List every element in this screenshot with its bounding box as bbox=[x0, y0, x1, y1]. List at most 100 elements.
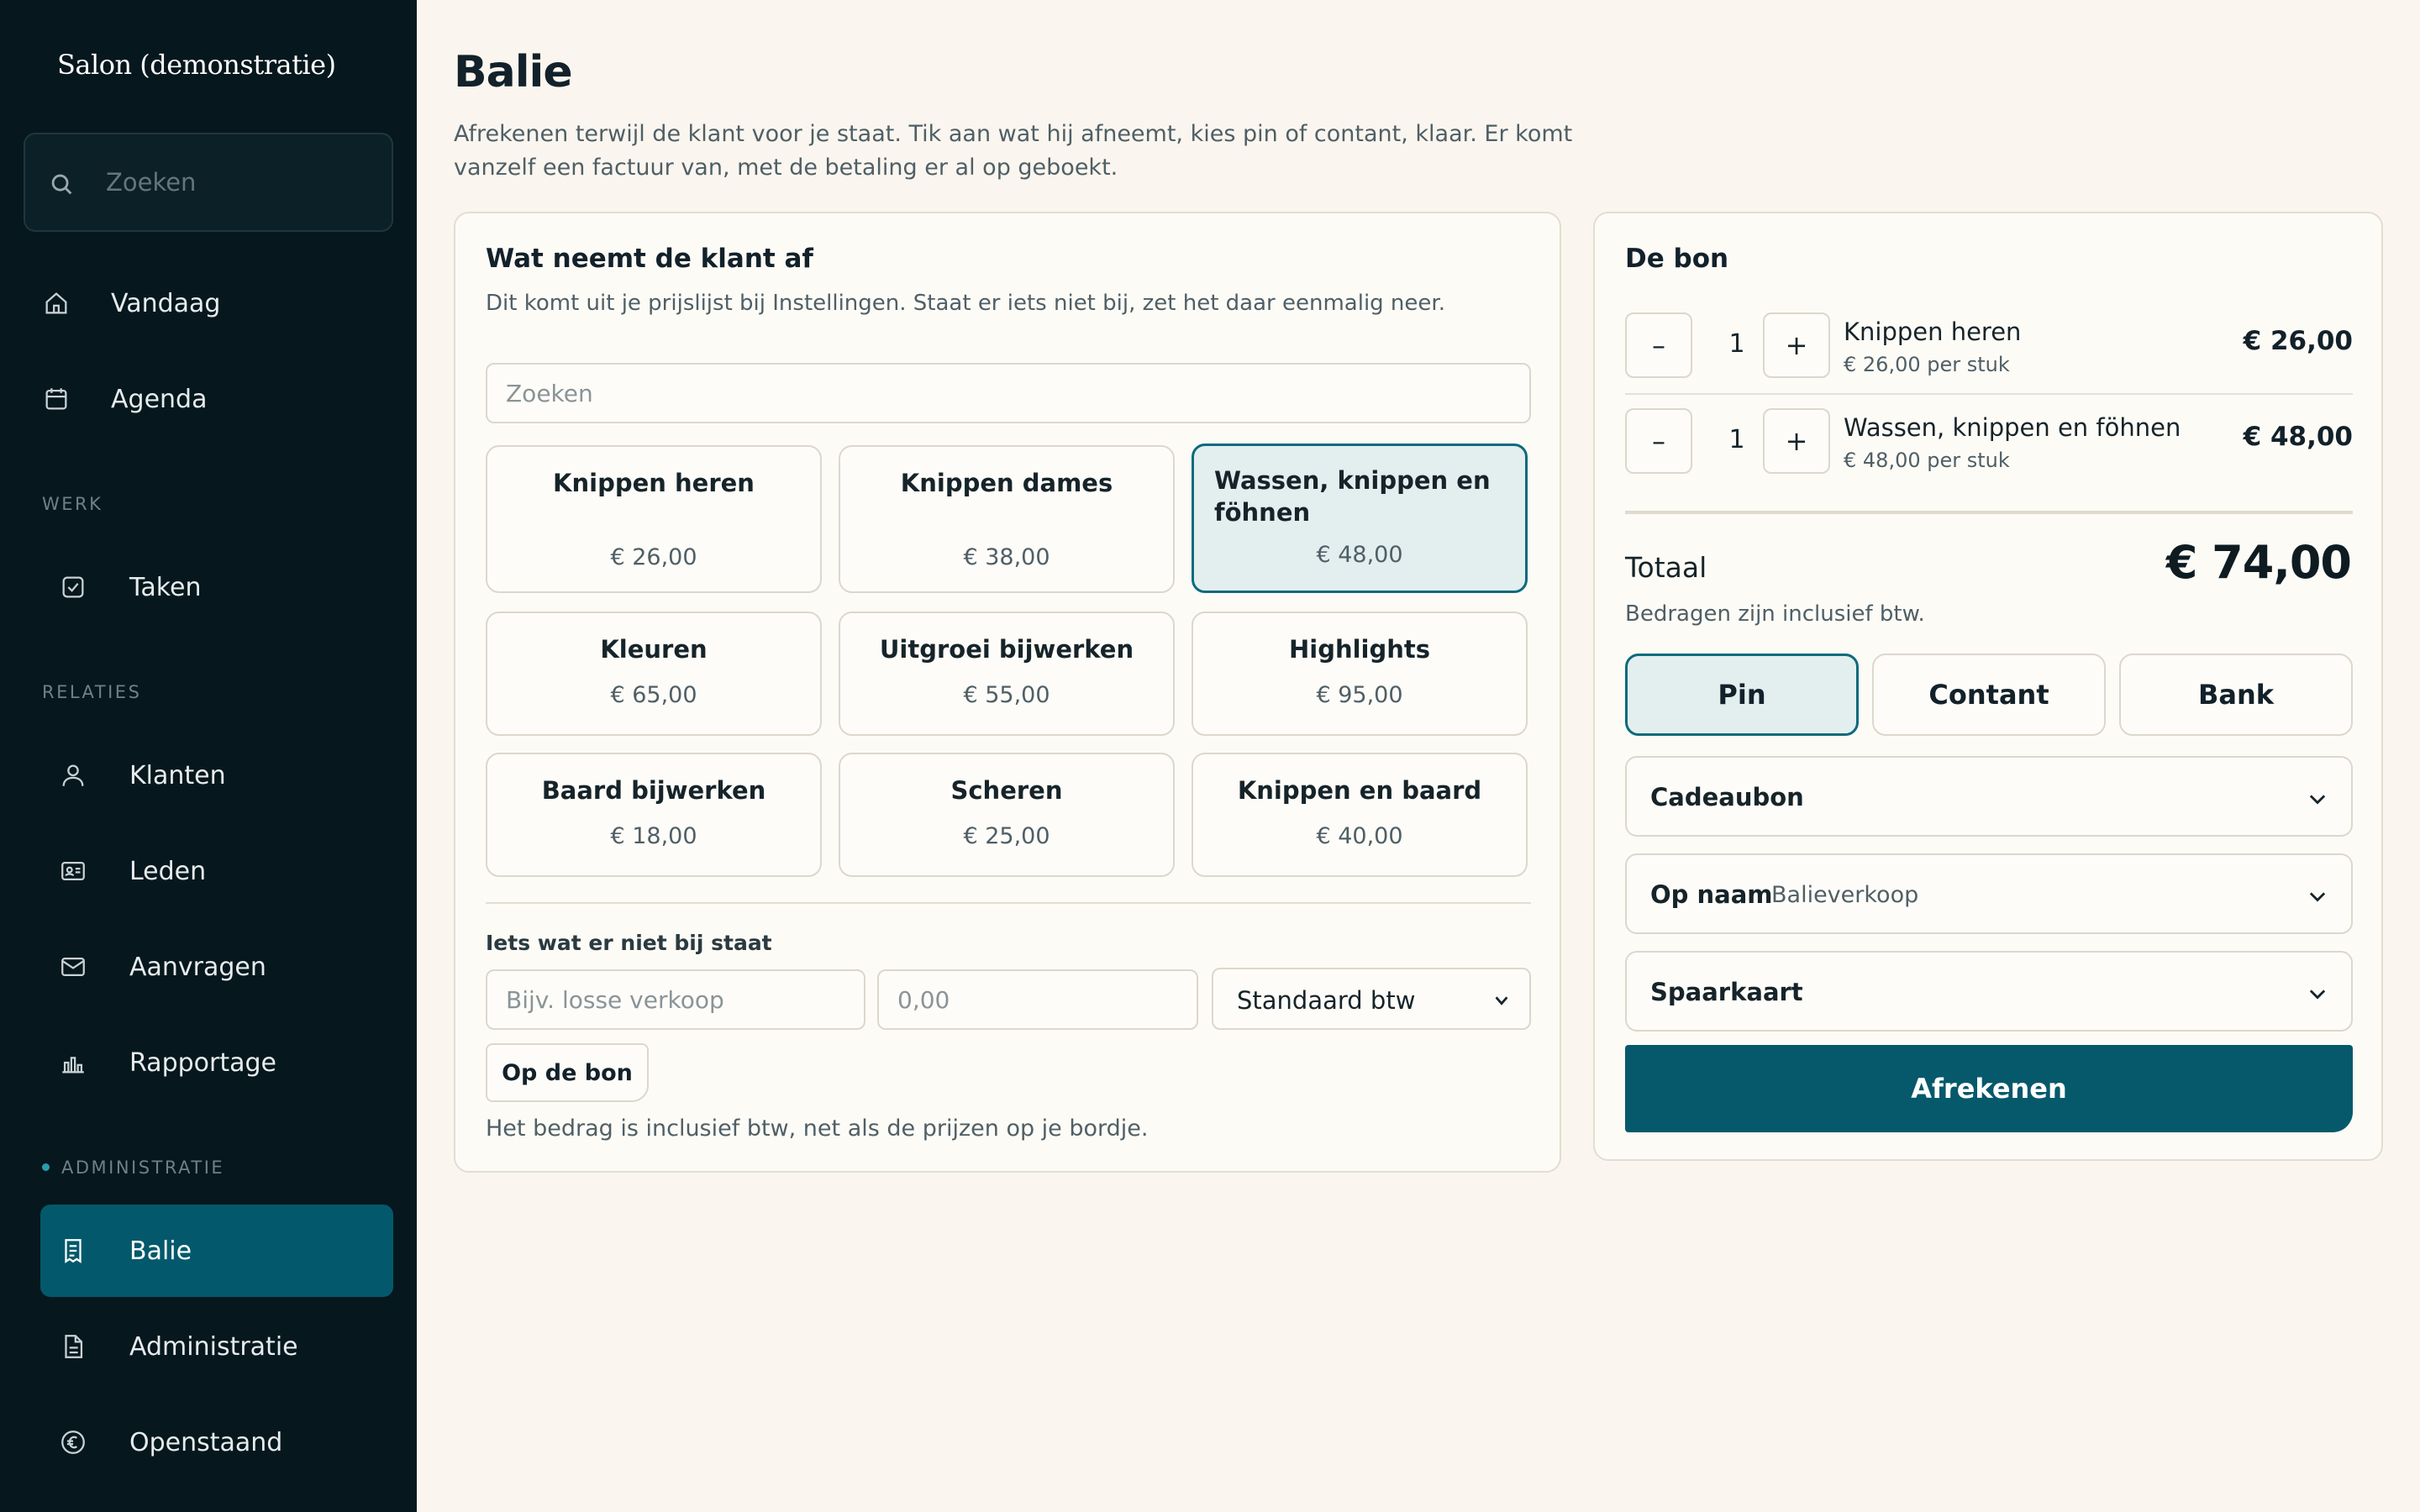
loyalty-card-dropdown[interactable]: Spaarkaart bbox=[1625, 951, 2353, 1032]
decrease-qty-button[interactable]: – bbox=[1625, 408, 1692, 474]
service-name: Knippen en baard bbox=[1237, 776, 1482, 805]
divider bbox=[1625, 393, 2353, 395]
service-tile-scheren[interactable]: Scheren € 25,00 bbox=[839, 753, 1175, 877]
services-subtitle: Dit komt uit je prijslijst bij Instellin… bbox=[486, 291, 1445, 316]
sidebar-item-vandaag[interactable]: Vandaag bbox=[40, 257, 393, 349]
sidebar-item-agenda[interactable]: Agenda bbox=[40, 353, 393, 445]
service-tile-kleuren[interactable]: Kleuren € 65,00 bbox=[486, 612, 822, 736]
sidebar-item-rapportage[interactable]: Rapportage bbox=[40, 1016, 393, 1109]
sidebar-item-label: Agenda bbox=[111, 384, 208, 414]
add-to-receipt-button[interactable]: Op de bon bbox=[486, 1043, 649, 1102]
decrease-qty-button[interactable]: – bbox=[1625, 312, 1692, 378]
custom-item-label: Iets wat er niet bij staat bbox=[486, 931, 772, 955]
service-price: € 38,00 bbox=[963, 544, 1050, 570]
payment-bank-button[interactable]: Bank bbox=[2119, 654, 2353, 736]
services-search-input[interactable] bbox=[486, 363, 1531, 423]
custom-item-note: Het bedrag is inclusief btw, net als de … bbox=[486, 1116, 1149, 1142]
sidebar-item-label: Rapportage bbox=[129, 1047, 276, 1078]
sidebar-item-taken[interactable]: Taken bbox=[40, 541, 393, 633]
sidebar-item-label: Administratie bbox=[129, 1331, 298, 1362]
line-qty: 1 bbox=[1728, 425, 1745, 454]
service-name: Kleuren bbox=[600, 635, 708, 664]
service-name: Highlights bbox=[1288, 635, 1431, 664]
sidebar-item-label: Klanten bbox=[129, 760, 226, 790]
receipt-card: De bon – 1 + Knippen heren € 26,00 per s… bbox=[1593, 212, 2383, 1161]
giftcard-label: Cadeaubon bbox=[1650, 783, 1804, 811]
sidebar-section-label: ADMINISTRATIE bbox=[61, 1158, 225, 1178]
sidebar-item-openstaand[interactable]: Openstaand bbox=[40, 1396, 393, 1488]
sidebar-item-klanten[interactable]: Klanten bbox=[40, 729, 393, 822]
service-price: € 55,00 bbox=[963, 682, 1050, 708]
service-tile-uitgroei-bijwerken[interactable]: Uitgroei bijwerken € 55,00 bbox=[839, 612, 1175, 736]
sidebar-item-balie[interactable]: Balie bbox=[40, 1205, 393, 1297]
service-name: Scheren bbox=[950, 776, 1063, 805]
checkout-button[interactable]: Afrekenen bbox=[1625, 1045, 2353, 1132]
service-tile-baard-bijwerken[interactable]: Baard bijwerken € 18,00 bbox=[486, 753, 822, 877]
service-tile-knippen-heren[interactable]: Knippen heren € 26,00 bbox=[486, 445, 822, 593]
sidebar-item-leden[interactable]: Leden bbox=[40, 825, 393, 917]
brand-name: Salon (demonstratie) bbox=[57, 49, 336, 81]
increase-qty-button[interactable]: + bbox=[1763, 408, 1830, 474]
increase-qty-button[interactable]: + bbox=[1763, 312, 1830, 378]
chevron-down-icon bbox=[2309, 990, 2326, 1000]
service-price: € 65,00 bbox=[610, 682, 697, 708]
service-tile-knippen-dames[interactable]: Knippen dames € 38,00 bbox=[839, 445, 1175, 593]
line-total: € 48,00 bbox=[2243, 422, 2353, 452]
loyalty-label: Spaarkaart bbox=[1650, 978, 1803, 1006]
sidebar: Salon (demonstratie) Vandaag Agenda WERK… bbox=[0, 0, 417, 1512]
vat-select[interactable]: Standaard btw bbox=[1212, 968, 1531, 1030]
line-total: € 26,00 bbox=[2243, 326, 2353, 356]
service-name: Wassen, knippen en föhnen bbox=[1214, 466, 1491, 527]
service-price: € 26,00 bbox=[610, 544, 697, 570]
sidebar-item-label: Leden bbox=[129, 856, 207, 886]
sidebar-item-aanvragen[interactable]: Aanvragen bbox=[40, 921, 393, 1013]
sidebar-section-administratie: ADMINISTRATIE bbox=[42, 1158, 224, 1178]
custom-amount-input[interactable] bbox=[877, 969, 1198, 1030]
receipt-icon bbox=[65, 1239, 82, 1263]
service-tile-knippen-en-baard[interactable]: Knippen en baard € 40,00 bbox=[1192, 753, 1528, 877]
page-title: Balie bbox=[454, 47, 573, 97]
document-icon bbox=[65, 1335, 83, 1358]
service-price: € 18,00 bbox=[610, 823, 697, 849]
bar-chart-icon bbox=[62, 1057, 84, 1074]
services-card: Wat neemt de klant af Dit komt uit je pr… bbox=[454, 212, 1561, 1173]
receipt-title: De bon bbox=[1625, 244, 1729, 274]
total-divider bbox=[1625, 511, 2353, 514]
chevron-down-icon bbox=[1495, 996, 1508, 1005]
customer-value: Balieverkoop bbox=[1771, 882, 1919, 908]
line-name: Knippen heren bbox=[1844, 318, 2022, 346]
divider bbox=[486, 902, 1531, 904]
customer-dropdown[interactable]: Op naam Balieverkoop bbox=[1625, 853, 2353, 934]
id-card-icon bbox=[61, 861, 85, 881]
sidebar-section-werk: WERK bbox=[42, 494, 103, 514]
total-note: Bedragen zijn inclusief btw. bbox=[1625, 601, 1925, 627]
service-price: € 40,00 bbox=[1316, 823, 1403, 849]
sidebar-search-input[interactable] bbox=[106, 134, 375, 230]
sidebar-item-administratie[interactable]: Administratie bbox=[40, 1300, 393, 1393]
mail-icon bbox=[61, 957, 85, 977]
payment-pin-button[interactable]: Pin bbox=[1625, 654, 1859, 736]
line-unit-price: € 48,00 per stuk bbox=[1844, 449, 2010, 472]
line-qty: 1 bbox=[1728, 329, 1745, 359]
service-tile-highlights[interactable]: Highlights € 95,00 bbox=[1192, 612, 1528, 736]
total-value: € 74,00 bbox=[2165, 536, 2352, 589]
vat-select-value: Standaard btw bbox=[1237, 986, 1416, 1015]
giftcard-dropdown[interactable]: Cadeaubon bbox=[1625, 756, 2353, 837]
service-price: € 95,00 bbox=[1316, 682, 1403, 708]
payment-contant-button[interactable]: Contant bbox=[1872, 654, 2106, 736]
user-icon bbox=[62, 764, 84, 786]
chevron-down-icon bbox=[2309, 892, 2326, 902]
checkbox-icon bbox=[62, 576, 84, 598]
custom-description-input[interactable] bbox=[486, 969, 865, 1030]
home-icon bbox=[45, 292, 67, 314]
sidebar-search[interactable] bbox=[24, 133, 393, 232]
sidebar-section-relaties: RELATIES bbox=[42, 682, 142, 702]
service-tile-wassen-knippen-fohnen[interactable]: Wassen, knippen en föhnen € 48,00 bbox=[1192, 444, 1528, 593]
line-name: Wassen, knippen en föhnen bbox=[1844, 413, 2181, 442]
sidebar-item-label: Openstaand bbox=[129, 1427, 283, 1457]
service-name: Baard bijwerken bbox=[541, 776, 766, 805]
sidebar-item-label: Vandaag bbox=[111, 288, 221, 318]
calendar-icon bbox=[45, 388, 67, 410]
sidebar-item-label: Aanvragen bbox=[129, 952, 266, 982]
search-icon bbox=[51, 174, 72, 195]
